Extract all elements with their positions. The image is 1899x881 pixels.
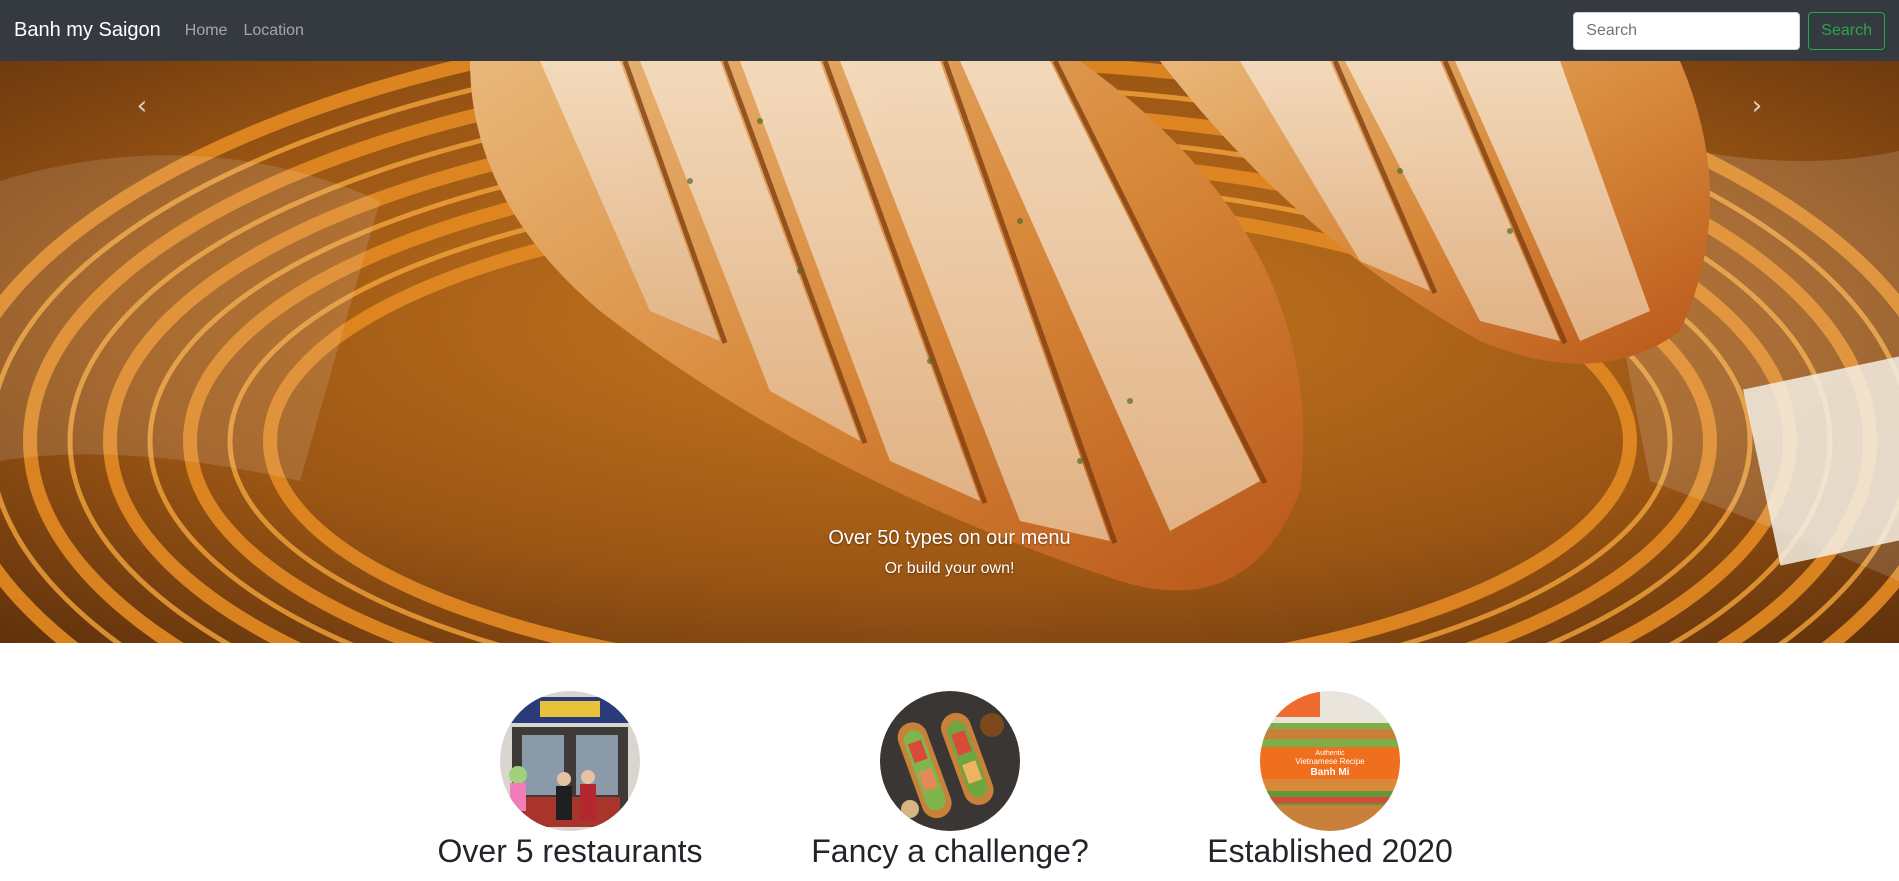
svg-text:Vietnamese Recipe: Vietnamese Recipe (1295, 757, 1365, 766)
caption-title: Over 50 types on our menu (828, 527, 1071, 549)
hero-carousel: ‹ › Over 50 types on our menu Or build y… (0, 61, 1899, 643)
banh-mi-poster-image: Authentic Vietnamese Recipe Banh Mi (1260, 691, 1400, 831)
caption-text: Or build your own! (884, 560, 1015, 577)
feature-established: Authentic Vietnamese Recipe Banh Mi Esta… (1140, 691, 1520, 870)
feature-title: Established 2020 (1207, 833, 1453, 869)
navbar: Banh my Saigon Home Location Search (0, 0, 1899, 61)
nav-link-home[interactable]: Home (185, 22, 228, 40)
feature-challenge: Fancy a challenge? (760, 691, 1140, 870)
search-input[interactable] (1573, 11, 1801, 50)
svg-text:Banh Mi: Banh Mi (1311, 767, 1350, 778)
storefront-image (500, 691, 640, 831)
feature-title: Fancy a challenge? (811, 833, 1089, 869)
features-section: Over 5 restaurants Fancy a challenge? Au… (0, 691, 1899, 881)
feature-title: Over 5 restaurants (437, 833, 703, 869)
chevron-right-icon: › (1751, 91, 1763, 121)
search-form: Search (1573, 11, 1885, 50)
brand-link[interactable]: Banh my Saigon (14, 19, 161, 42)
sandwiches-image (880, 691, 1020, 831)
carousel-caption: Over 50 types on our menu Or build your … (0, 527, 1899, 578)
feature-restaurants: Over 5 restaurants (380, 691, 760, 870)
nav-link-location[interactable]: Location (243, 22, 304, 40)
chevron-left-icon: ‹ (136, 91, 148, 121)
search-button[interactable]: Search (1808, 11, 1885, 50)
svg-text:Authentic: Authentic (1315, 750, 1345, 757)
